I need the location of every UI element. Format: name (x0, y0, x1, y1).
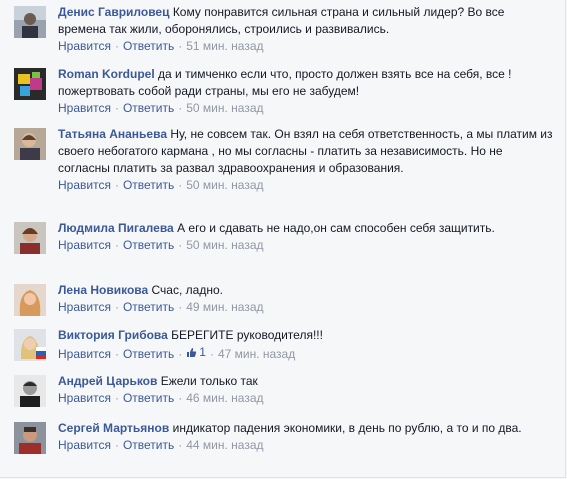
avatar[interactable] (14, 128, 46, 160)
separator: · (209, 347, 214, 361)
comment-text: А его и сдавать не надо,он сам способен … (177, 221, 495, 235)
avatar[interactable] (14, 375, 46, 407)
separator: · (178, 438, 183, 452)
like-button[interactable]: Нравится (58, 347, 111, 361)
comment-author[interactable]: Людмила Пигалева (58, 221, 174, 235)
reply-button[interactable]: Ответить (123, 438, 174, 452)
comment-timestamp[interactable]: 46 мин. назад (186, 391, 263, 405)
separator: · (178, 238, 183, 252)
reply-button[interactable]: Ответить (123, 178, 174, 192)
reply-button[interactable]: Ответить (123, 238, 174, 252)
like-button[interactable]: Нравится (58, 39, 111, 53)
comment-author[interactable]: Денис Гавриловец (58, 5, 169, 19)
comment-timestamp[interactable]: 44 мин. назад (186, 438, 263, 452)
comment-text: индикатор падения экономики, в день по р… (172, 421, 522, 435)
separator: · (178, 101, 183, 115)
separator: · (178, 347, 183, 361)
comment-timestamp[interactable]: 50 мин. назад (186, 178, 263, 192)
separator: · (178, 178, 183, 192)
comment-list: Денис Гавриловец Кому понравится сильная… (0, 0, 566, 478)
separator: · (178, 391, 183, 405)
comment-actions: Нравится · Ответить · 1 · 47 мин. назад (58, 344, 554, 363)
avatar[interactable] (14, 222, 46, 254)
separator: · (114, 438, 119, 452)
comment-timestamp[interactable]: 51 мин. назад (186, 39, 263, 53)
separator: · (178, 39, 183, 53)
separator: · (114, 39, 119, 53)
reply-button[interactable]: Ответить (123, 101, 174, 115)
comment-text: Ежели только так (160, 374, 258, 388)
like-count-value: 1 (199, 345, 206, 359)
avatar[interactable] (14, 422, 46, 454)
separator: · (114, 347, 119, 361)
avatar[interactable] (14, 284, 46, 316)
comment-actions: Нравится · Ответить · 46 мин. назад (58, 390, 554, 407)
comment-author[interactable]: Андрей Царьков (58, 374, 157, 388)
comment-timestamp[interactable]: 50 мин. назад (186, 101, 263, 115)
comment-timestamp[interactable]: 47 мин. назад (218, 347, 295, 361)
separator: · (178, 300, 183, 314)
like-button[interactable]: Нравится (58, 238, 111, 252)
comment-actions: Нравится · Ответить · 49 мин. назад (58, 299, 554, 316)
separator: · (114, 178, 119, 192)
comment-timestamp[interactable]: 50 мин. назад (186, 238, 263, 252)
comment-actions: Нравится · Ответить · 50 мин. назад (58, 177, 554, 194)
like-count[interactable]: 1 (186, 344, 206, 361)
reply-button[interactable]: Ответить (123, 300, 174, 314)
comment-author[interactable]: Лена Новикова (58, 283, 148, 297)
comment-author[interactable]: Сергей Мартьянов (58, 421, 169, 435)
avatar[interactable] (14, 329, 46, 361)
separator: · (114, 238, 119, 252)
avatar[interactable] (14, 6, 46, 38)
reply-button[interactable]: Ответить (123, 391, 174, 405)
comment-actions: Нравится · Ответить · 44 мин. назад (58, 437, 554, 454)
comment-actions: Нравится · Ответить · 50 мин. назад (58, 237, 554, 254)
comment-actions: Нравится · Ответить · 50 мин. назад (58, 100, 554, 117)
like-button[interactable]: Нравится (58, 300, 111, 314)
separator: · (114, 391, 119, 405)
reply-button[interactable]: Ответить (123, 39, 174, 53)
separator: · (114, 300, 119, 314)
comment-author[interactable]: Татьяна Ананьева (58, 127, 167, 141)
comment-text: БЕРЕГИТЕ руководителя!!! (171, 328, 323, 342)
comment-timestamp[interactable]: 49 мин. назад (186, 300, 263, 314)
like-button[interactable]: Нравится (58, 391, 111, 405)
like-button[interactable]: Нравится (58, 438, 111, 452)
separator: · (114, 101, 119, 115)
like-button[interactable]: Нравится (58, 101, 111, 115)
comment-text: Счас, ладно. (151, 283, 223, 297)
thumbs-up-icon (187, 348, 197, 357)
comment-author[interactable]: Виктория Грибова (58, 328, 168, 342)
like-button[interactable]: Нравится (58, 178, 111, 192)
comment-author[interactable]: Roman Kordupel (58, 67, 155, 81)
avatar[interactable] (14, 68, 46, 100)
reply-button[interactable]: Ответить (123, 347, 174, 361)
comment-actions: Нравится · Ответить · 51 мин. назад (58, 38, 554, 55)
